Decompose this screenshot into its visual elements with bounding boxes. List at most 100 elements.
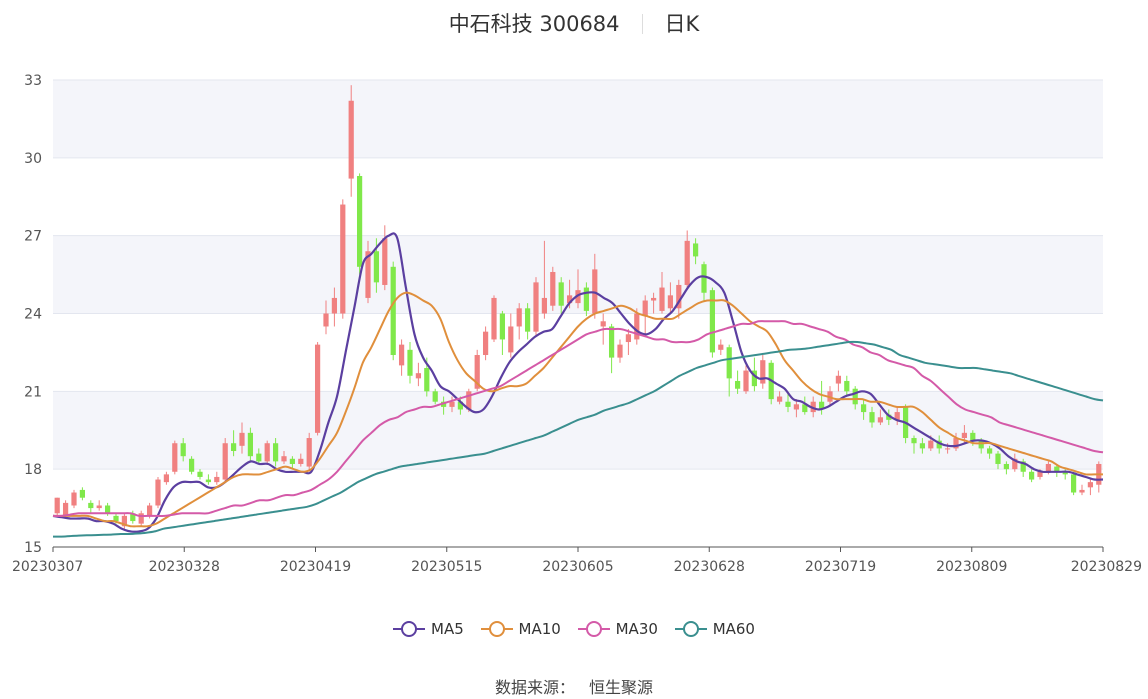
candle-body [944, 448, 951, 450]
legend-item-ma5[interactable]: MA5 [393, 620, 464, 638]
candle-body [407, 349, 413, 376]
candle-body [692, 243, 699, 257]
y-tick-label: 21 [24, 384, 42, 400]
candle-body [281, 456, 287, 462]
candle-body [104, 505, 111, 514]
candlestick-chart: 15 18 21 24 27 30 33 20230307 20230328 20230419 20… [12, 73, 1142, 575]
candle-body [180, 443, 186, 457]
candle-body [62, 502, 69, 516]
candle-body [684, 240, 690, 285]
x-tick-label: 20230328 [149, 559, 220, 575]
candle-body [869, 412, 875, 423]
candle-body [634, 313, 640, 340]
candle-body [508, 326, 514, 353]
legend-item-ma60[interactable]: MA60 [674, 620, 755, 638]
candle-body [1045, 463, 1052, 472]
candle-body [54, 497, 60, 514]
candle-body [726, 347, 732, 379]
candle-body [734, 380, 741, 389]
legend: MA5 MA10 MA30 MA60 [0, 620, 1148, 641]
candle-body [995, 453, 1001, 464]
candle-body [835, 375, 842, 384]
candle-body [499, 313, 506, 340]
candle-body [533, 282, 539, 332]
candle-body [272, 443, 279, 462]
candle-body [424, 367, 430, 392]
candle-body [541, 297, 548, 314]
candle-body [331, 297, 338, 314]
candle-body [205, 479, 212, 483]
legend-marker-ma5 [393, 621, 425, 637]
candle-body [961, 432, 968, 439]
legend-marker-ma10 [480, 621, 513, 637]
legend-label-ma5: MA5 [431, 620, 464, 638]
legend-item-ma10[interactable]: MA10 [480, 620, 561, 638]
candle-body [608, 326, 615, 358]
candle-body [583, 287, 590, 311]
legend-item-ma30[interactable]: MA30 [577, 620, 658, 638]
data-source: 数据来源： 恒生聚源 [0, 674, 1148, 698]
candle-body [88, 502, 94, 509]
candle-body [659, 287, 665, 311]
candle-body [743, 370, 749, 392]
candle-body [919, 443, 926, 449]
candle-body [785, 401, 791, 407]
candle-body [155, 479, 161, 506]
candle-body [550, 271, 556, 306]
candle-body [667, 295, 674, 309]
candle-body [776, 396, 783, 402]
legend-marker-ma30 [577, 621, 610, 637]
candle-body [650, 297, 657, 301]
candle-body [701, 264, 707, 293]
legend-label-ma30: MA30 [615, 620, 658, 638]
candle-body [793, 404, 800, 410]
candle-body [71, 492, 77, 506]
candle-body [306, 438, 312, 467]
candle-body [928, 440, 934, 449]
candle-body [860, 404, 867, 413]
candle-body [877, 417, 884, 423]
candle-body [197, 471, 203, 477]
candle-body [382, 238, 388, 285]
candle-body [172, 443, 178, 472]
grid-band [53, 80, 1103, 158]
candle-body [289, 458, 296, 464]
candle-body [852, 388, 858, 405]
candle-body [138, 513, 144, 524]
candle-body [256, 453, 262, 462]
candle-body [214, 476, 220, 483]
x-tick-label: 20230307 [12, 559, 83, 575]
candle-body [96, 505, 102, 509]
candle-body [1070, 474, 1077, 493]
legend-label-ma60: MA60 [712, 620, 755, 638]
candle-body [760, 360, 766, 384]
x-tick-label: 20230829 [1071, 559, 1142, 575]
candle-body [642, 300, 648, 317]
x-tick-label: 20230605 [542, 559, 613, 575]
candle-body [314, 344, 321, 433]
legend-label-ma10: MA10 [518, 620, 561, 638]
y-tick-label: 33 [24, 73, 42, 89]
candle-body [298, 458, 304, 464]
source-value: 恒生聚源 [589, 678, 654, 697]
legend-marker-ma60 [674, 621, 707, 637]
y-tick-label: 24 [24, 307, 42, 323]
candle-body [398, 344, 405, 366]
candle-body [625, 334, 632, 343]
candle-body [1079, 489, 1085, 493]
x-tick-label: 20230809 [936, 559, 1007, 575]
y-tick-label: 15 [24, 540, 42, 556]
candle-body [348, 100, 354, 179]
x-tick-label: 20230515 [411, 559, 482, 575]
x-tick-label: 20230719 [805, 559, 876, 575]
candle-body [617, 344, 623, 358]
candle-body [449, 401, 455, 407]
candle-body [79, 489, 86, 498]
candle-body [1003, 463, 1010, 470]
candle-body [844, 380, 850, 392]
y-tick-label: 18 [24, 462, 42, 478]
source-label: 数据来源： [494, 678, 575, 697]
candle-body [163, 474, 170, 483]
candle-body [432, 391, 438, 402]
candle-body [1087, 482, 1094, 488]
